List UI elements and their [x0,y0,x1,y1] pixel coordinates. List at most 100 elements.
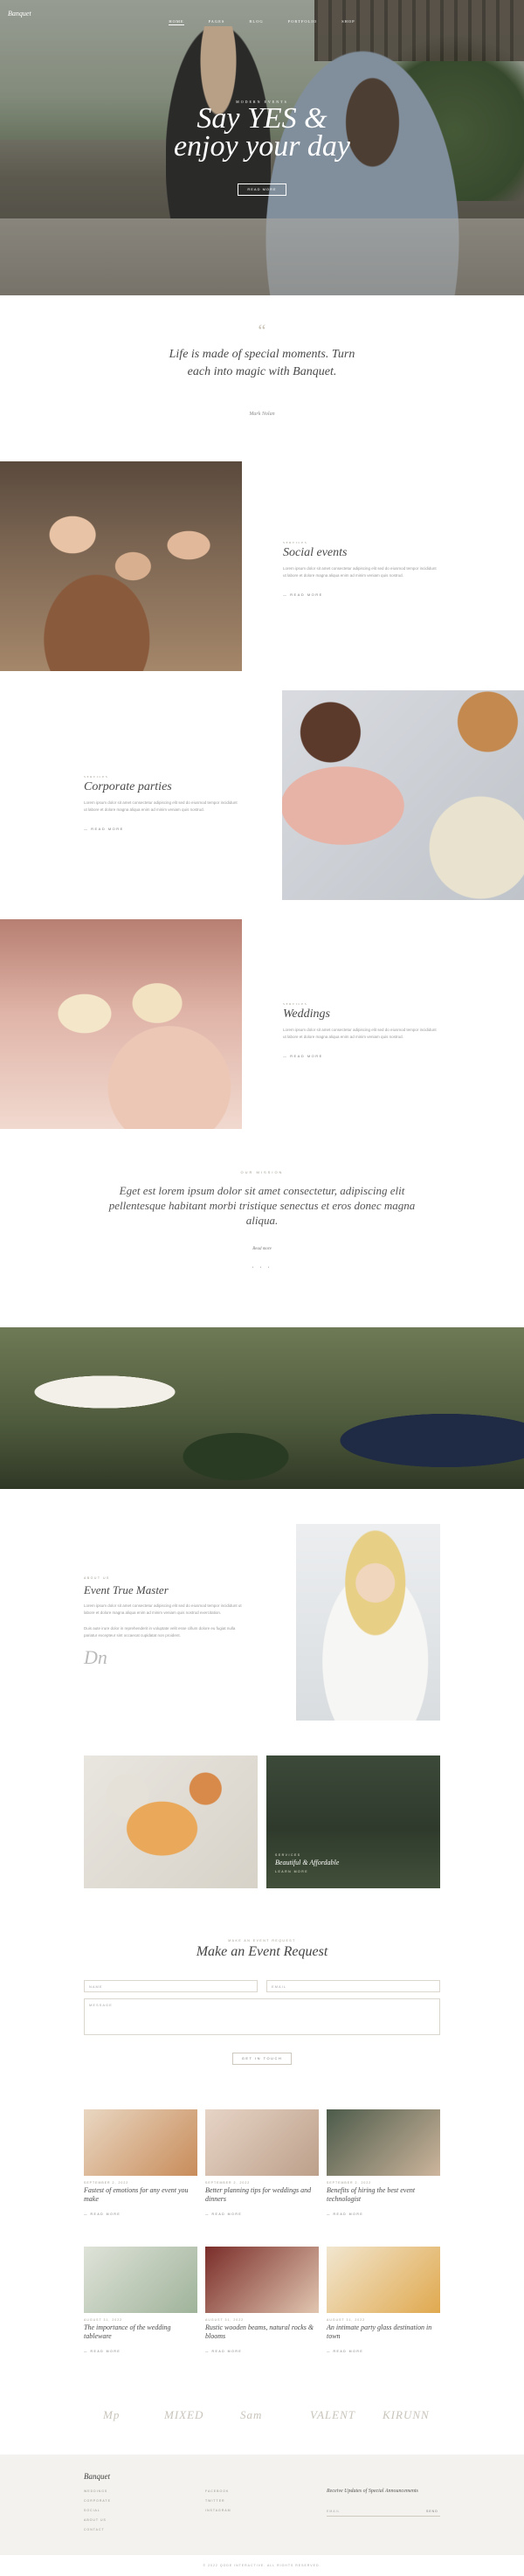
signature-image: Dn [84,1646,107,1668]
service-kicker: Services [283,1002,308,1006]
blog-post[interactable]: August 31, 2022 The importance of the we… [84,2247,197,2378]
post-read-more[interactable]: — Read More [205,2350,242,2353]
footer-link[interactable]: Instagram [205,2509,231,2512]
send-request-button[interactable]: Get in Touch [232,2053,292,2065]
mission-read-more-link[interactable]: Read more [0,1247,524,1251]
service-corporate: Services Corporate parties Lorem ipsum d… [0,686,524,915]
service-desc: Lorem ipsum dolor sit amet consectetur a… [84,800,238,812]
read-more-link[interactable]: — Read More [283,1054,323,1058]
venue-card-subtitle: Services [275,1853,301,1857]
read-more-label: Read More [90,2350,121,2353]
post-title[interactable]: The importance of the wedding tableware [84,2323,197,2341]
blog-post[interactable]: August 31, 2022 An intimate party glass … [327,2247,440,2378]
read-more-label: Read More [90,2212,121,2216]
footer-link[interactable]: Twitter [205,2499,231,2503]
quote-author: Mark Nolan [249,412,275,417]
footer-link[interactable]: Contact [84,2528,111,2531]
blog-post[interactable]: August 31, 2022 Rustic wooden beams, nat… [205,2247,319,2378]
nav-item-pages[interactable]: Pages [209,19,225,24]
post-title[interactable]: Fastest of emotions for any event you ma… [84,2186,197,2204]
newsletter-send-button[interactable]: Send [426,2510,438,2513]
newsletter-email-input[interactable]: Email [327,2510,440,2517]
footer-logo[interactable]: Banquet [84,2472,110,2481]
venue-card-link[interactable]: Learn More [275,1870,308,1873]
nav-item-portfolio[interactable]: Portfolio [288,19,317,24]
client-logo: KIRUNN [383,2408,430,2421]
wedding-banner-image [0,1327,524,1489]
post-date: September 2, 2022 [84,2181,129,2185]
service-desc: Lorem ipsum dolor sit amet consectetur a… [283,1028,437,1039]
read-more-label: Read More [333,2350,364,2353]
client-logo: Mp [103,2408,121,2421]
weddings-image [0,919,242,1129]
quote-text: Life is made of special moments. Turn ea… [169,348,355,378]
portrait-image [296,1524,440,1721]
read-more-link[interactable]: — Read More [283,592,323,597]
service-title: Corporate parties [84,780,172,793]
post-title[interactable]: Benefits of hiring the best event techno… [327,2186,440,2204]
hero-section: Banquet Home Pages Blog Portfolio Shop M… [0,0,524,295]
post-thumbnail[interactable] [84,2109,197,2176]
post-thumbnail[interactable] [205,2109,319,2176]
footer-link[interactable]: Corporate [84,2499,111,2503]
read-more-link[interactable]: — Read More [84,827,124,831]
hero-read-more-button[interactable]: Read More [238,184,286,196]
about-section: About Us Event True Master Lorem ipsum d… [0,1489,524,1755]
post-thumbnail[interactable] [327,2247,440,2313]
post-thumbnail[interactable] [84,2247,197,2313]
read-more-label: Read More [333,2212,364,2216]
name-field[interactable]: Name [84,1980,258,1992]
footer-links-services: Weddings Corporate Social About Us Conta… [84,2489,111,2538]
post-date: September 2, 2022 [205,2181,251,2185]
post-read-more[interactable]: — Read More [327,2350,363,2353]
footer-link[interactable]: Weddings [84,2489,111,2493]
copyright: © 2022 Qode Interactive. All rights rese… [203,2564,321,2567]
post-title[interactable]: An intimate party glass destination in t… [327,2323,440,2341]
social-events-image [0,461,242,671]
nav-item-shop[interactable]: Shop [341,19,355,24]
message-field[interactable]: Message [84,1998,440,2035]
about-title: Event True Master [84,1583,169,1596]
mission-kicker: Our Mission [240,1170,284,1174]
about-desc-1: Lorem ipsum dolor sit amet consectetur a… [84,1603,242,1615]
corporate-parties-image [282,690,524,900]
footer-link[interactable]: Facebook [205,2489,231,2493]
nav-item-home[interactable]: Home [169,19,184,25]
footer-links-social: Facebook Twitter Instagram [205,2489,231,2518]
catering-image[interactable] [84,1755,258,1888]
post-date: September 2, 2022 [327,2181,372,2185]
read-more-label: Read More [91,827,124,831]
request-kicker: Make an Event Request [228,1939,296,1942]
service-kicker: Services [84,775,109,779]
venue-card[interactable]: Services Beautiful & Affordable Learn Mo… [266,1755,440,1888]
blog-post[interactable]: September 2, 2022 Fastest of emotions fo… [84,2109,197,2240]
service-social: Services Social events Lorem ipsum dolor… [0,457,524,686]
read-more-label: Read More [290,1054,323,1058]
client-logo: MIXED [164,2408,204,2421]
post-read-more[interactable]: — Read More [327,2212,363,2216]
post-read-more[interactable]: — Read More [205,2212,242,2216]
about-desc-2: Duis aute irure dolor in reprehenderit i… [84,1626,236,1638]
post-date: August 31, 2022 [205,2318,245,2322]
post-thumbnail[interactable] [327,2109,440,2176]
blog-post[interactable]: September 2, 2022 Better planning tips f… [205,2109,319,2240]
client-logo: VALENT [310,2408,355,2421]
post-read-more[interactable]: — Read More [84,2212,121,2216]
post-read-more[interactable]: — Read More [84,2350,121,2353]
email-field[interactable]: Email [266,1980,440,1992]
event-request-section: Make an Event Request Make an Event Requ… [0,1939,524,2109]
post-title[interactable]: Rustic wooden beams, natural rocks & blo… [205,2323,319,2341]
footer-link[interactable]: Social [84,2509,111,2512]
nav-item-blog[interactable]: Blog [249,19,263,24]
blog-post[interactable]: September 2, 2022 Benefits of hiring the… [327,2109,440,2240]
read-more-label: Read More [211,2212,243,2216]
mission-section: Our Mission Eget est lorem ipsum dolor s… [0,1144,524,1327]
post-thumbnail[interactable] [205,2247,319,2313]
client-logos: Mp MIXED Sam VALENT KIRUNN [0,2389,524,2455]
slider-dots[interactable]: • • • [0,1266,524,1271]
service-kicker: Services [283,541,308,544]
hero-title-line2: enjoy your day [173,130,351,163]
post-title[interactable]: Better planning tips for weddings and di… [205,2186,319,2204]
client-logo: Sam [240,2408,263,2421]
footer-link[interactable]: About Us [84,2518,111,2522]
